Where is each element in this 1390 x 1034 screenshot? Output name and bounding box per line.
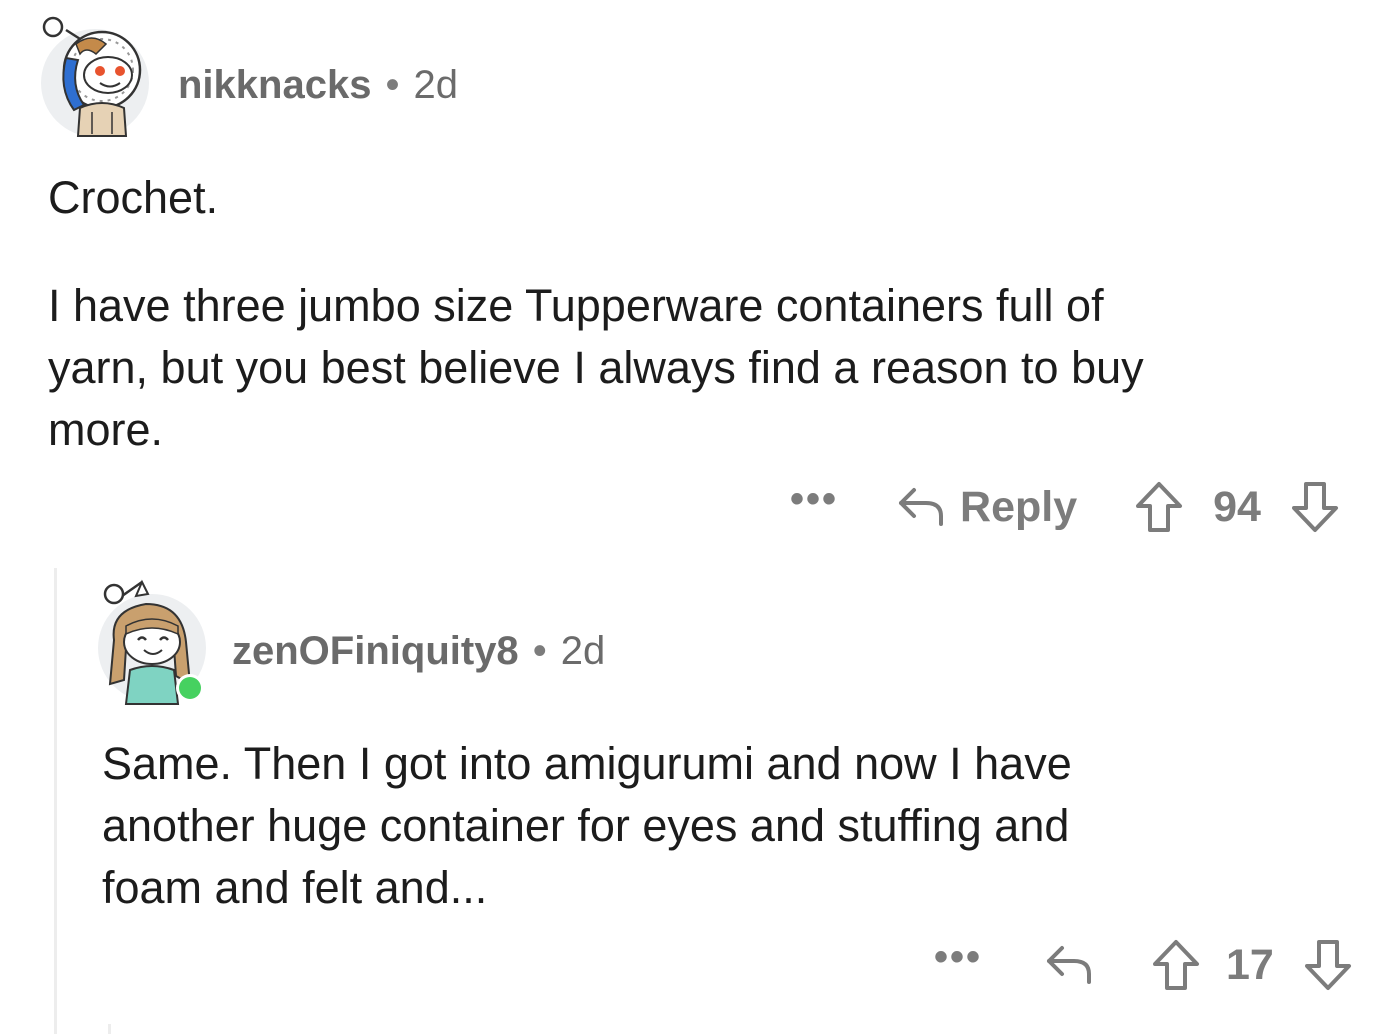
- comment-line: Same. Then I got into amigurumi and now …: [102, 738, 1072, 789]
- vote-count: 94: [1213, 482, 1261, 531]
- downvote-arrow-icon: [1291, 482, 1338, 532]
- timestamp: 2d: [560, 629, 606, 673]
- upvote-button[interactable]: [1152, 939, 1200, 991]
- thread-line: [108, 1024, 111, 1034]
- upvote-arrow-icon: [1153, 940, 1200, 990]
- username[interactable]: zenOFiniquity8: [232, 629, 519, 673]
- comment-line: another huge container for eyes and stuf…: [102, 800, 1070, 851]
- separator-dot: •: [385, 63, 400, 107]
- comment-actions: ••• 17: [934, 935, 1352, 995]
- avatar[interactable]: [40, 10, 150, 138]
- comment-line: I have three jumbo size Tupperware conta…: [48, 280, 1104, 331]
- downvote-button[interactable]: [1304, 939, 1352, 991]
- avatar[interactable]: [96, 576, 208, 706]
- comment-actions: ••• Reply 94: [790, 477, 1339, 537]
- downvote-button[interactable]: [1291, 481, 1339, 533]
- vote-count: 17: [1226, 940, 1274, 989]
- upvote-button[interactable]: [1135, 481, 1183, 533]
- snoo-avatar-icon: [41, 16, 149, 137]
- snoo-avatar-icon: [98, 579, 206, 705]
- reply-button[interactable]: [1044, 942, 1094, 988]
- comment-paragraph: Crochet.: [48, 172, 219, 223]
- comment-meta: zenOFiniquity8 • 2d: [232, 631, 605, 671]
- comment-meta: nikknacks • 2d: [178, 65, 458, 105]
- separator-dot: •: [532, 629, 547, 673]
- thread-line[interactable]: [54, 568, 57, 1034]
- reply-arrow-icon: [899, 488, 944, 526]
- reply-arrow-icon: [1047, 946, 1092, 984]
- upvote-arrow-icon: [1136, 482, 1183, 532]
- comment-line: more.: [48, 404, 164, 455]
- more-options-button[interactable]: •••: [790, 479, 838, 519]
- username[interactable]: nikknacks: [178, 63, 371, 107]
- reply-label: Reply: [960, 482, 1078, 531]
- more-options-button[interactable]: •••: [934, 937, 982, 977]
- online-status-icon: [179, 677, 201, 699]
- downvote-arrow-icon: [1304, 940, 1351, 990]
- timestamp: 2d: [413, 63, 458, 107]
- comment-line: yarn, but you best believe I always find…: [48, 342, 1144, 393]
- comment-line: foam and felt and...: [102, 862, 488, 913]
- reply-button[interactable]: Reply: [896, 483, 1077, 532]
